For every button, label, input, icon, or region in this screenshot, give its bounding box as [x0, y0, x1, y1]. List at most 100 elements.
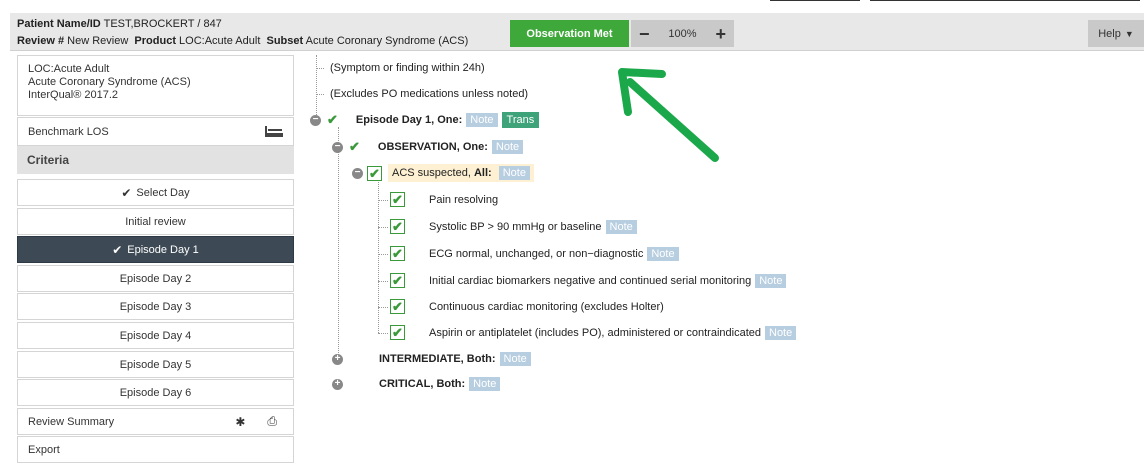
criterion-text: ECG normal, unchanged, or non−diagnostic	[429, 247, 644, 260]
caret-down-icon: ▼	[1124, 28, 1134, 39]
criterion-item: ✔ Continuous cardiac monitoring (exclude…	[390, 299, 664, 314]
initial-review-label: Initial review	[125, 215, 186, 228]
intermediate-node: + INTERMEDIATE, Both: Note	[332, 352, 531, 366]
review-header: Patient Name/ID TEST,BROCKERT / 847 Revi…	[10, 13, 1144, 51]
check-icon: ✔	[349, 139, 360, 154]
sidebar: LOC:Acute Adult Acute Coronary Syndrome …	[17, 55, 294, 465]
sidebar-item-episode-day-1[interactable]: ✔ Episode Day 1	[17, 236, 294, 263]
checkbox-checked-icon[interactable]: ✔	[390, 219, 405, 234]
collapse-icon[interactable]: −	[310, 114, 321, 126]
episode-day-label: Episode Day 5	[119, 358, 192, 371]
review-label: Review #	[17, 35, 65, 47]
review-value: New Review	[67, 35, 129, 47]
expand-icon[interactable]: +	[332, 353, 343, 365]
sidebar-item-episode-day-6[interactable]: Episode Day 6	[17, 379, 294, 406]
observation-node: − ✔ OBSERVATION, One: Note	[332, 139, 524, 155]
info-product: LOC:Acute Adult	[28, 63, 110, 75]
sidebar-item-episode-day-2[interactable]: Episode Day 2	[17, 265, 294, 292]
intermediate-label: INTERMEDIATE, Both:	[379, 353, 496, 365]
benchmark-los-item[interactable]: Benchmark LOS	[17, 117, 294, 146]
trans-button[interactable]: Trans	[501, 112, 540, 128]
zoom-out-button[interactable]: −	[639, 25, 650, 43]
patient-value: TEST,BROCKERT / 847	[103, 18, 222, 30]
review-summary-label: Review Summary	[28, 415, 115, 428]
patient-label: Patient Name/ID	[17, 18, 101, 30]
sidebar-item-episode-day-5[interactable]: Episode Day 5	[17, 351, 294, 378]
tree-text-symptom: (Symptom or finding within 24h)	[330, 62, 485, 74]
criterion-item: ✔ Systolic BP > 90 mmHg or baseline Note	[390, 219, 637, 234]
top-border	[0, 0, 1144, 3]
acs-node: − ✔ ACS suspected, All: Note	[352, 164, 534, 182]
criterion-text: Pain resolving	[429, 193, 499, 206]
review-summary-item[interactable]: Review Summary ✱ ⎙	[17, 408, 294, 435]
review-row: Review # New Review Product LOC:Acute Ad…	[17, 35, 468, 47]
zoom-in-button[interactable]: +	[715, 25, 726, 43]
info-version: InterQual® 2017.2	[28, 89, 119, 101]
check-icon: ✔	[327, 112, 338, 127]
note-button[interactable]: Note	[499, 352, 531, 366]
episode-label: Episode Day 1, One:	[355, 114, 463, 126]
criteria-tree: (Symptom or finding within 24h) (Exclude…	[300, 55, 1144, 465]
episode-day-label: Episode Day 2	[119, 272, 192, 285]
expand-icon[interactable]: +	[332, 378, 343, 390]
criteria-label: Criteria	[27, 153, 70, 167]
checkbox-checked-icon[interactable]: ✔	[390, 325, 405, 340]
check-icon: ✔	[121, 185, 132, 200]
select-day-item[interactable]: ✔ Select Day	[17, 179, 294, 206]
note-button[interactable]: Note	[605, 219, 637, 234]
episode-day-label: Episode Day 1	[127, 243, 199, 256]
episode-day-label: Episode Day 4	[119, 329, 192, 342]
subset-value: Acute Coronary Syndrome (ACS)	[305, 35, 469, 47]
bed-icon	[265, 126, 283, 137]
checkbox-checked-icon[interactable]: ✔	[390, 246, 405, 261]
critical-node: + CRITICAL, Both: Note	[332, 377, 501, 391]
episode-day-label: Episode Day 3	[119, 300, 192, 313]
info-subset: Acute Coronary Syndrome (ACS)	[28, 76, 191, 88]
sidebar-item-episode-day-4[interactable]: Episode Day 4	[17, 322, 294, 349]
note-button[interactable]: Note	[647, 246, 679, 261]
benchmark-label: Benchmark LOS	[28, 125, 109, 138]
criterion-item: ✔ ECG normal, unchanged, or non−diagnost…	[390, 246, 679, 261]
gear-icon[interactable]: ✱	[235, 415, 245, 429]
product-info: LOC:Acute Adult Acute Coronary Syndrome …	[17, 55, 294, 116]
checkbox-checked-icon[interactable]: ✔	[390, 192, 405, 207]
export-label: Export	[28, 443, 60, 456]
check-icon: ✔	[112, 242, 123, 257]
help-label: Help	[1098, 27, 1121, 40]
zoom-level: 100%	[668, 27, 697, 40]
episode-node: − ✔ Episode Day 1, One: Note Trans	[310, 112, 540, 128]
collapse-icon[interactable]: −	[352, 167, 363, 179]
criteria-heading: Criteria	[17, 146, 294, 174]
note-button[interactable]: Note	[491, 140, 524, 154]
help-menu-button[interactable]: Help ▼	[1088, 20, 1144, 47]
tree-text-excludes: (Excludes PO medications unless noted)	[330, 88, 529, 100]
review-summary-actions: ✱ ⎙	[235, 414, 277, 429]
checkbox-checked-icon[interactable]: ✔	[390, 273, 405, 288]
note-button[interactable]: Note	[498, 166, 530, 180]
criterion-item: ✔ Aspirin or antiplatelet (includes PO),…	[390, 325, 797, 340]
criterion-text: Initial cardiac biomarkers negative and …	[429, 274, 752, 287]
observation-met-button[interactable]: Observation Met	[510, 20, 629, 47]
checkbox-checked-icon[interactable]: ✔	[390, 299, 405, 314]
select-day-label: Select Day	[136, 186, 190, 199]
acs-all-label: All:	[473, 167, 492, 179]
criterion-text: Systolic BP > 90 mmHg or baseline	[429, 220, 602, 233]
checkbox-checked-icon[interactable]: ✔	[367, 165, 382, 181]
critical-label: CRITICAL, Both:	[379, 378, 466, 390]
criterion-text: Continuous cardiac monitoring (excludes …	[429, 300, 664, 313]
product-value: LOC:Acute Adult	[179, 35, 261, 47]
note-button[interactable]: Note	[755, 273, 787, 288]
initial-review-item[interactable]: Initial review	[17, 208, 294, 235]
sidebar-item-episode-day-3[interactable]: Episode Day 3	[17, 293, 294, 320]
collapse-icon[interactable]: −	[332, 141, 343, 153]
note-button[interactable]: Note	[765, 325, 797, 340]
acs-label: ACS suspected,	[392, 167, 471, 179]
criterion-item: ✔ Pain resolving	[390, 192, 498, 207]
episode-day-label: Episode Day 6	[119, 386, 192, 399]
export-item[interactable]: Export	[17, 436, 294, 463]
zoom-control: − 100% +	[631, 20, 734, 47]
criterion-text: Aspirin or antiplatelet (includes PO), a…	[429, 326, 761, 339]
note-button[interactable]: Note	[469, 377, 501, 391]
print-icon[interactable]: ⎙	[267, 414, 277, 429]
note-button[interactable]: Note	[466, 113, 498, 127]
